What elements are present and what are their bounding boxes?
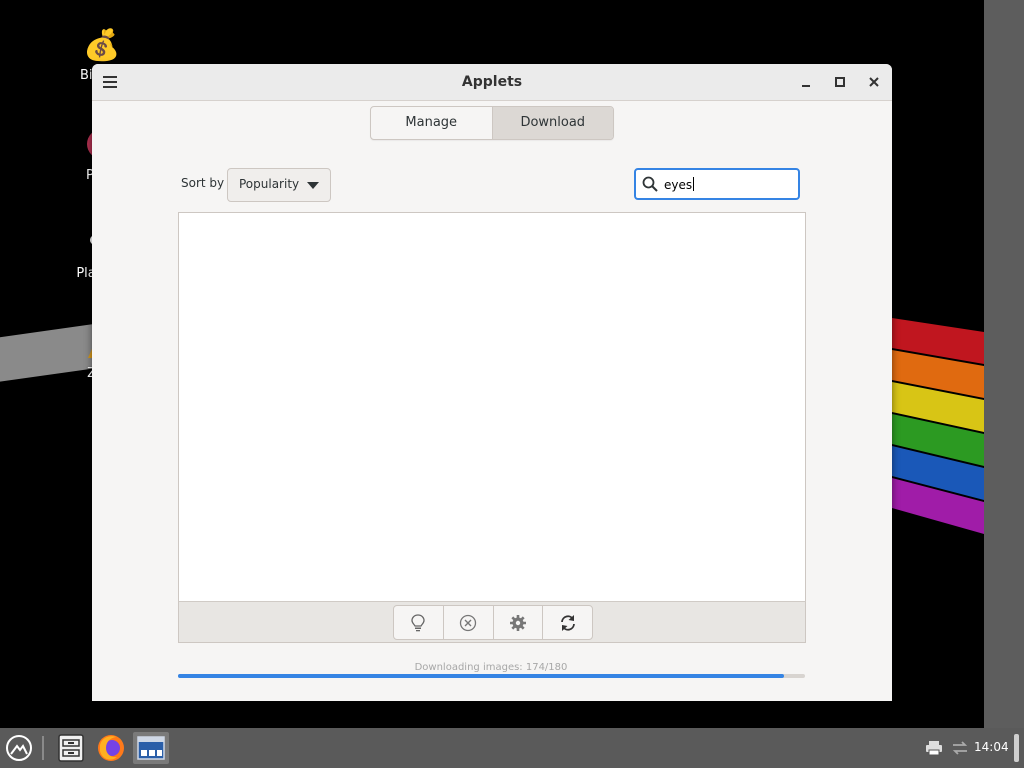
gear-icon [509,614,526,631]
hamburger-menu-icon[interactable] [98,70,122,94]
network-icon [952,741,968,755]
firefox-icon [98,735,124,761]
file-manager-launcher[interactable] [54,732,88,764]
progress-label: Downloading images: 174/180 [414,662,568,673]
toolbar-button-group [393,605,593,640]
desktop-right-panel [984,0,1024,728]
applets-list[interactable] [178,212,806,601]
applets-task-button[interactable] [133,732,169,764]
refresh-icon [560,614,575,631]
taskbar-separator [42,736,44,760]
titlebar: Applets [92,64,892,101]
desktop-wallpaper-rainbow [892,318,984,534]
remove-icon [459,614,477,631]
sort-dropdown-value: Popularity [239,177,300,191]
tab-download[interactable]: Download [491,107,613,139]
search-input[interactable]: eyes [634,168,800,200]
file-manager-icon [58,734,84,762]
text-cursor [693,177,695,191]
sort-dropdown[interactable]: Popularity [227,168,331,202]
list-toolbar [178,601,806,643]
clock[interactable]: 14:04 [974,740,1009,754]
taskbar: 14:04 [0,728,1024,768]
show-desktop-handle[interactable] [1012,732,1020,764]
show-desktop-icon [1013,734,1019,762]
firefox-launcher[interactable] [94,732,128,764]
start-menu-button[interactable] [2,732,36,764]
menu-icon [6,735,32,761]
lightbulb-icon [411,613,426,631]
applets-window: Applets Manage Download Sort by Populari… [92,64,892,701]
uninstall-button[interactable] [442,606,493,639]
printer-tray-button[interactable] [922,732,946,764]
search-icon [642,176,658,196]
search-text: eyes [664,178,693,192]
chevron-down-icon [307,182,319,189]
sort-by-label: Sort by [181,176,225,190]
tab-manage[interactable]: Manage [371,107,492,139]
download-progress-bar [178,674,805,678]
window-title: Applets [461,74,523,90]
minimize-icon[interactable] [794,70,818,94]
close-icon[interactable] [862,70,886,94]
printer-icon [926,741,942,756]
applets-icon [137,736,165,760]
refresh-button[interactable] [542,606,592,639]
network-tray-button[interactable] [948,732,972,764]
maximize-icon[interactable] [828,70,852,94]
stack-switcher: Manage Download [370,106,614,140]
progress-fill [178,674,785,678]
info-button[interactable] [394,606,443,639]
configure-button[interactable] [492,606,543,639]
money-bag-icon: 💰 [83,28,121,63]
